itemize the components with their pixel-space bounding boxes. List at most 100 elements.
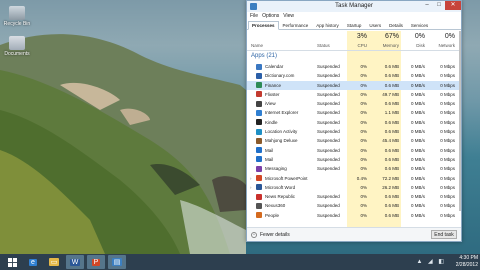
tab-app-history[interactable]: App history xyxy=(312,21,343,29)
process-cpu: 0% xyxy=(360,184,367,190)
app-icon xyxy=(256,184,262,191)
table-row[interactable]: Nexus360 Suspended 0% 0.6 MB 0 MB/s 0 Mbps xyxy=(247,201,461,210)
table-row[interactable]: Location Activity Suspended 0% 0.6 MB 0 MB/s… xyxy=(247,127,461,136)
tab-details[interactable]: Details xyxy=(385,21,407,29)
process-name: Flixster xyxy=(265,91,280,97)
process-cpu: 0% xyxy=(360,91,367,97)
process-status: Suspended xyxy=(317,166,340,172)
maximize-button[interactable]: □ xyxy=(433,1,445,10)
process-cpu: 0% xyxy=(360,101,367,107)
process-disk: 0 MB/s xyxy=(410,203,425,209)
table-row[interactable]: News Republic Suspended 0% 0.6 MB 0 MB/s 0 Mb… xyxy=(247,192,461,201)
process-disk: 0 MB/s xyxy=(410,212,425,218)
documents-desktop-icon[interactable]: Documents xyxy=(2,36,32,57)
title-bar[interactable]: Task Manager – □ ✕ xyxy=(247,1,461,12)
process-cpu: 0% xyxy=(360,110,367,116)
process-network: 0 Mbps xyxy=(440,64,455,69)
disk-total: 0% xyxy=(414,33,425,40)
table-row[interactable]: Mail Suspended 0% 0.6 MB 0 MB/s 0 Mbps xyxy=(247,155,461,164)
taskbar-button[interactable]: ▭ xyxy=(45,255,63,269)
process-grid: Name Status 3% CPU 67% Memory 0% Disk 0%… xyxy=(247,31,461,227)
process-cpu: 0% xyxy=(360,64,367,69)
app-icon xyxy=(256,91,262,98)
table-row[interactable]: iView Suspended 0% 0.6 MB 0 MB/s 0 Mbps xyxy=(247,99,461,108)
process-name: Messaging xyxy=(265,166,287,172)
close-button[interactable]: ✕ xyxy=(445,1,461,10)
start-button[interactable] xyxy=(3,255,21,269)
apps-group-header[interactable]: Apps (21) xyxy=(251,53,277,59)
process-network: 0 Mbps xyxy=(440,166,455,172)
process-memory: 0.6 MB xyxy=(384,203,399,209)
process-cpu: 0% xyxy=(360,212,367,218)
taskbar-button[interactable]: ▤ xyxy=(108,255,126,269)
clock[interactable]: 4:30 PM 2/28/2012 xyxy=(456,255,478,269)
taskbar-button[interactable]: e xyxy=(24,255,42,269)
process-memory: 0.6 MB xyxy=(384,194,399,200)
process-status: Suspended xyxy=(317,212,340,218)
app-icon xyxy=(256,147,262,154)
tab-processes[interactable]: Processes xyxy=(248,21,279,30)
task-manager-window: Task Manager – □ ✕ File Options View Pro… xyxy=(246,0,462,242)
recycle-bin-desktop-icon[interactable]: Recycle Bin xyxy=(2,6,32,27)
process-memory: 49.7 MB xyxy=(382,91,399,97)
process-disk: 0 MB/s xyxy=(410,91,425,97)
process-name: People xyxy=(265,212,280,218)
powerpoint-icon: P xyxy=(91,258,101,266)
end-task-button[interactable]: End task xyxy=(431,230,457,239)
process-network: 0 Mbps xyxy=(440,212,455,218)
windows-logo-icon xyxy=(7,257,17,267)
tray-icons[interactable]: ▲ ◢ ◧ xyxy=(416,258,446,265)
process-name: Internet Explorer xyxy=(265,110,299,116)
process-status: Suspended xyxy=(317,194,340,200)
taskbar-button[interactable]: P xyxy=(87,255,105,269)
memory-total: 67% xyxy=(384,33,399,40)
table-row[interactable]: Mahjong Deluxe Suspended 0% 45.4 MB 0 MB/s 0 … xyxy=(247,136,461,145)
process-disk: 0 MB/s xyxy=(410,175,425,181)
process-cpu: 0% xyxy=(360,138,367,144)
fewer-details-button[interactable]: ^ Fewer details xyxy=(251,232,290,238)
table-row[interactable]: Finance Suspended 0% 0.6 MB 0 MB/s 0 Mbps xyxy=(247,80,461,90)
tab-performance[interactable]: Performance xyxy=(279,21,313,29)
process-cpu: 0% xyxy=(360,73,367,79)
header-name: Name xyxy=(251,43,264,48)
menu-file[interactable]: File xyxy=(250,12,258,21)
menu-view[interactable]: View xyxy=(283,12,294,21)
process-name: Dictionary.com xyxy=(265,73,295,79)
taskbar: e ▭ W P ▤ ▲ ◢ ◧ 4:30 PM 2/28/2012 xyxy=(0,254,480,270)
process-network: 0 Mbps xyxy=(440,91,455,97)
process-status: Suspended xyxy=(317,64,340,69)
table-row[interactable]: › Microsoft Word 0% 26.2 MB 0 MB/s 0 Mbps xyxy=(247,183,461,192)
app-icon xyxy=(256,100,262,107)
process-disk: 0 MB/s xyxy=(410,119,425,125)
cpu-total: 3% xyxy=(356,33,367,40)
table-row[interactable]: Kindle Suspended 0% 0.6 MB 0 MB/s 0 Mbps xyxy=(247,118,461,127)
process-name: News Republic xyxy=(265,194,296,200)
process-status: Suspended xyxy=(317,156,340,162)
process-disk: 0 MB/s xyxy=(410,184,425,190)
scrollbar[interactable] xyxy=(459,31,461,211)
tab-users[interactable]: Users xyxy=(365,21,385,29)
process-status: Suspended xyxy=(317,119,340,125)
table-row[interactable]: Mail Suspended 0% 0.6 MB 0 MB/s 0 Mbps xyxy=(247,146,461,155)
table-row[interactable]: People Suspended 0% 0.6 MB 0 MB/s 0 Mbps xyxy=(247,211,461,220)
table-row[interactable]: › Microsoft PowerPoint 0.4% 72.2 MB 0 MB/s 0 … xyxy=(247,174,461,183)
window-title: Task Manager xyxy=(335,3,373,9)
tab-startup[interactable]: Startup xyxy=(343,21,366,29)
process-status: Suspended xyxy=(317,91,340,97)
process-name: Microsoft PowerPoint xyxy=(265,175,308,181)
tab-services[interactable]: Services xyxy=(407,21,432,29)
process-status: Suspended xyxy=(317,147,340,153)
menu-options[interactable]: Options xyxy=(262,12,279,21)
process-name: Nexus360 xyxy=(265,203,286,209)
table-row[interactable]: Dictionary.com Suspended 0% 0.6 MB 0 MB/s 0 M… xyxy=(247,71,461,80)
table-row[interactable]: Messaging Suspended 0% 0.6 MB 0 MB/s 0 Mbps xyxy=(247,164,461,173)
table-row[interactable]: Flixster Suspended 0% 49.7 MB 0 MB/s 0 Mbps xyxy=(247,90,461,99)
table-row[interactable]: Calendar Suspended 0% 0.6 MB 0 MB/s 0 Mbps xyxy=(247,62,461,71)
process-network: 0 Mbps xyxy=(440,73,455,79)
expand-indicator: › xyxy=(250,175,252,181)
table-row[interactable]: Internet Explorer Suspended 0% 1.1 MB 0 MB/s… xyxy=(247,108,461,117)
header-divider xyxy=(247,50,461,51)
taskbar-button[interactable]: W xyxy=(66,255,84,269)
process-cpu: 0% xyxy=(360,119,367,125)
minimize-button[interactable]: – xyxy=(421,1,433,10)
